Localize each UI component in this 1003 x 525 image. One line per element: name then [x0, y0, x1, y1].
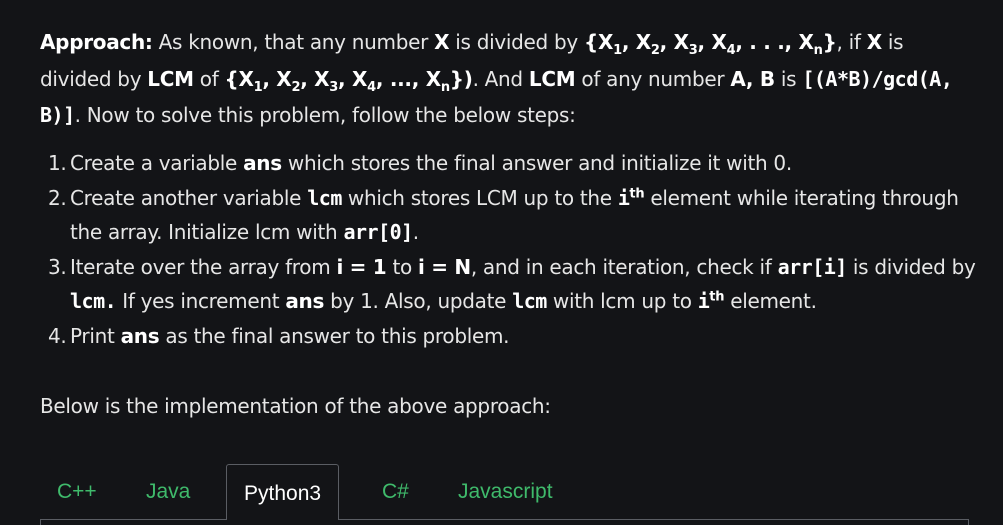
- list-item: 2. Create another variable lcm which stor…: [48, 181, 978, 250]
- text: . Now to solve this problem, follow the …: [74, 103, 576, 127]
- text: A, B: [730, 66, 775, 91]
- text: LCM: [147, 66, 194, 91]
- text: X: [434, 30, 450, 54]
- tab-javascript[interactable]: Javascript: [458, 463, 553, 520]
- text: . And: [472, 66, 529, 91]
- text: of any number: [575, 66, 731, 91]
- tab-java[interactable]: Java: [146, 463, 190, 520]
- text: is: [774, 66, 803, 91]
- tab-cpp[interactable]: C++: [57, 463, 97, 520]
- list-item: 1. Create a variable ans which stores the…: [48, 146, 978, 181]
- list-item: 4. Print ans as the final answer to this …: [48, 319, 978, 354]
- divisor-set: {X1, X2, X3, X4, . . ., Xn}: [584, 30, 837, 58]
- text: X: [866, 30, 882, 54]
- approach-paragraph: Approach: As known, that any number X is…: [40, 24, 980, 134]
- implementation-intro: Below is the implementation of the above…: [40, 394, 551, 418]
- text: , if: [836, 30, 867, 54]
- step-number: 2.: [48, 185, 67, 210]
- tab-python3[interactable]: Python3: [226, 464, 340, 520]
- divisor-set-2: {X1, X2, X3, X4, ..., Xn}): [224, 66, 473, 95]
- steps-list: 1. Create a variable ans which stores the…: [48, 146, 978, 353]
- text: As known, that any number: [152, 30, 435, 54]
- text: is divided by: [449, 30, 584, 54]
- step-number: 3.: [48, 254, 67, 279]
- text: LCM: [528, 66, 576, 91]
- approach-label: Approach:: [40, 30, 153, 54]
- list-item: 3. Iterate over the array from i = 1 to i…: [48, 250, 978, 319]
- language-tabs: C++ Java Python3 C# Javascript: [40, 463, 969, 525]
- tab-csharp[interactable]: C#: [382, 463, 409, 520]
- text: of: [193, 66, 225, 91]
- step-number: 1.: [48, 151, 67, 175]
- article-page: Approach: As known, that any number X is…: [0, 0, 1003, 525]
- step-number: 4.: [48, 323, 67, 348]
